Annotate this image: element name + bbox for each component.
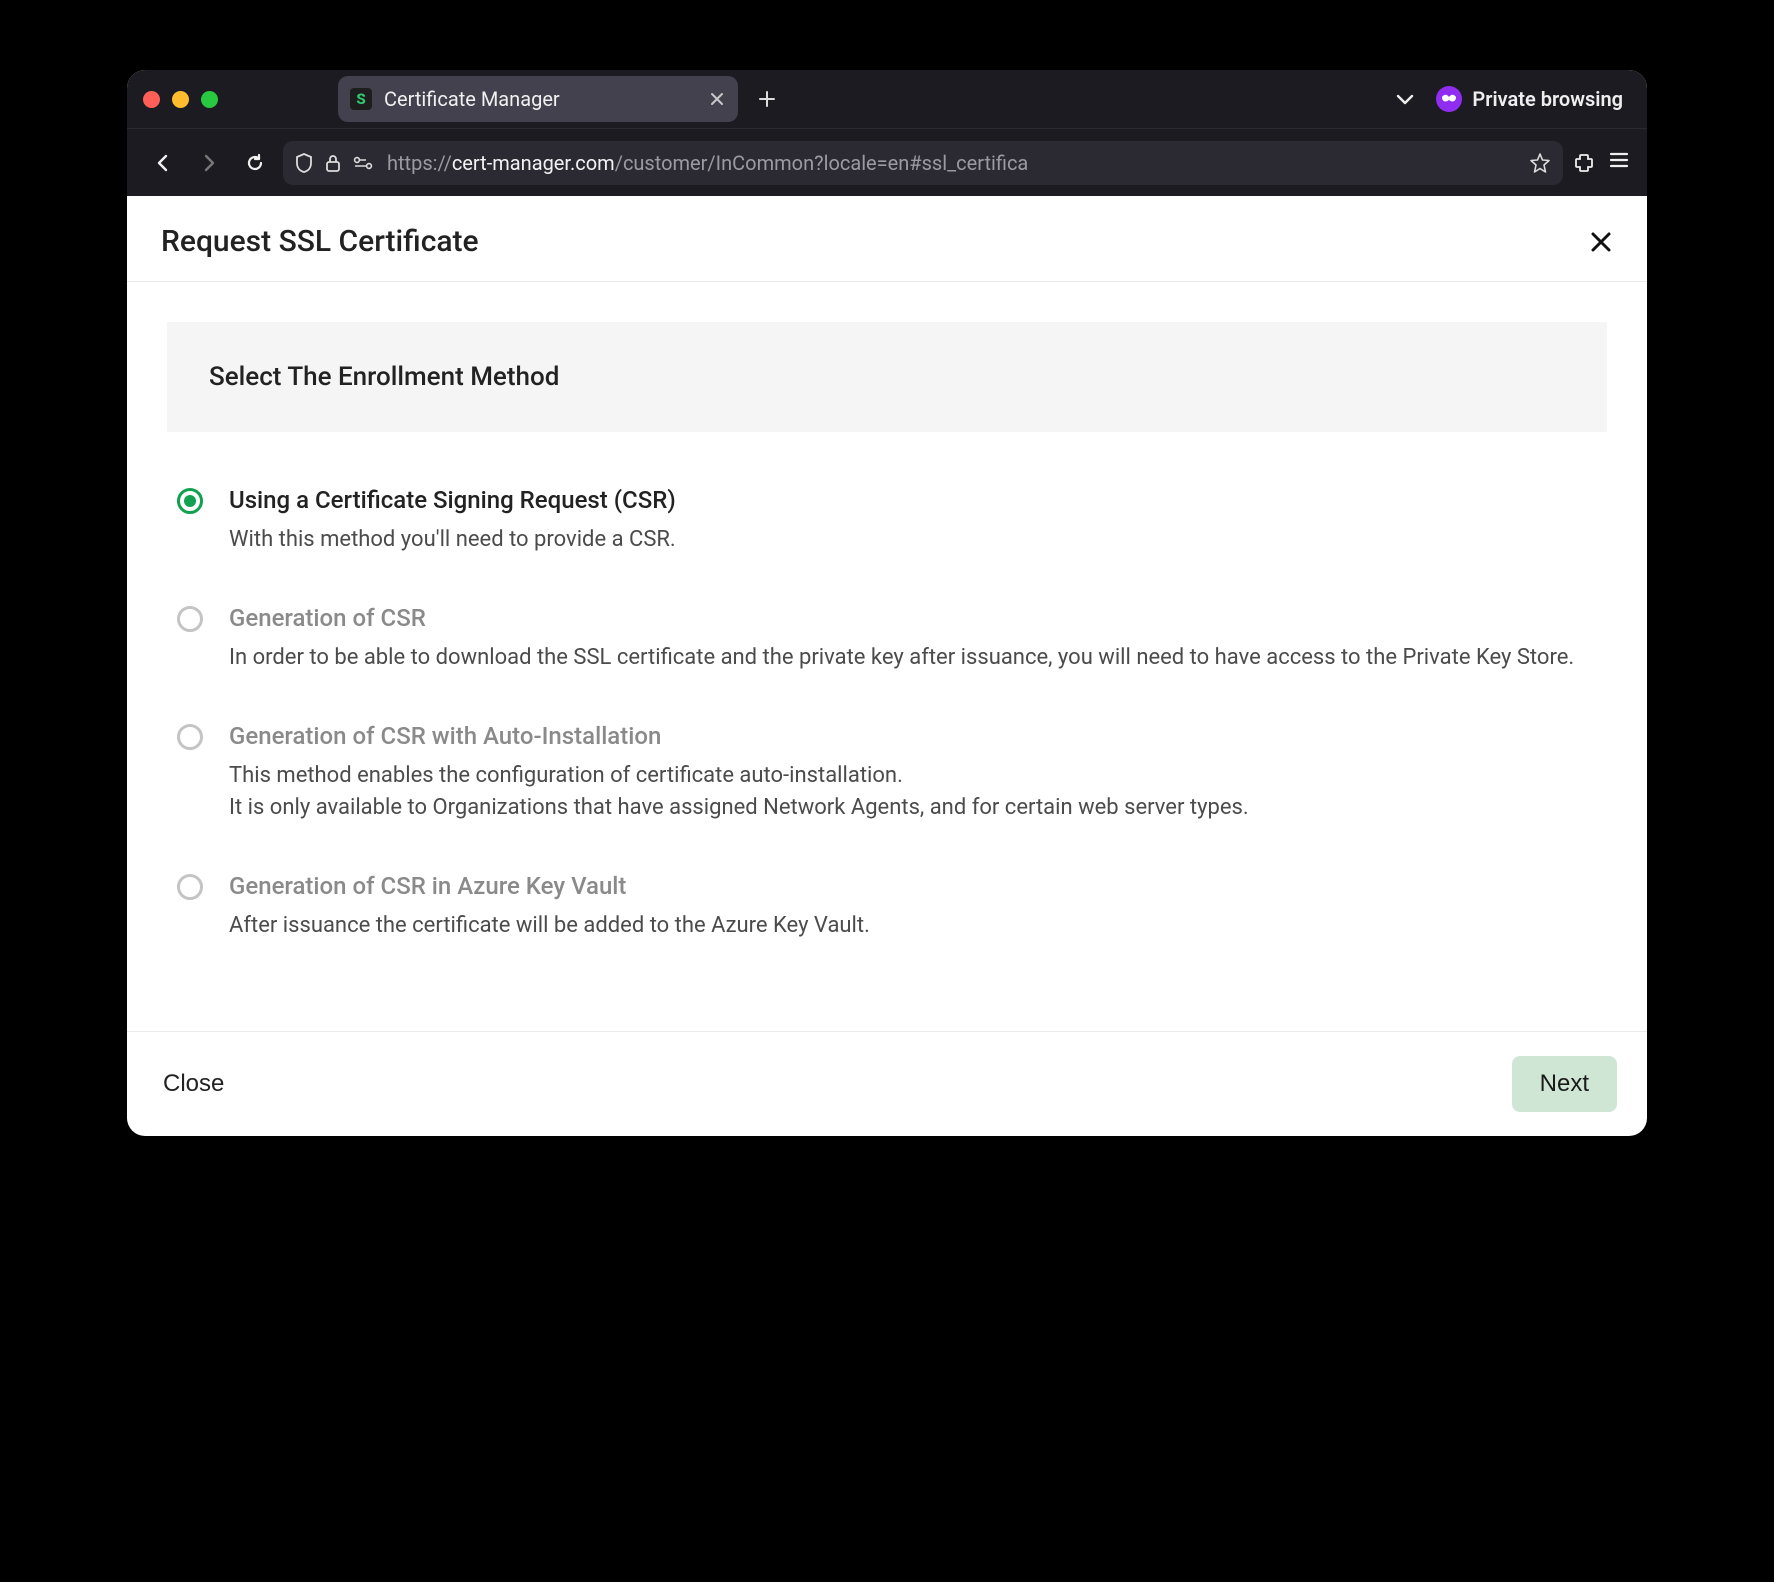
browser-window: S Certificate Manager Private browsing [127, 70, 1647, 1136]
tab-close-icon[interactable] [710, 92, 724, 106]
browser-tab[interactable]: S Certificate Manager [338, 76, 738, 122]
window-close-button[interactable] [143, 91, 160, 108]
private-mask-icon [1436, 86, 1462, 112]
radio-auto-install[interactable] [177, 724, 203, 750]
close-button[interactable]: Close [157, 1060, 230, 1108]
option-desc: With this method you'll need to provide … [229, 524, 1597, 556]
back-button[interactable] [145, 145, 181, 181]
window-zoom-button[interactable] [201, 91, 218, 108]
option-title: Generation of CSR in Azure Key Vault [229, 872, 1597, 900]
bookmark-star-icon[interactable] [1529, 152, 1551, 174]
option-csr[interactable]: Using a Certificate Signing Request (CSR… [177, 468, 1597, 586]
window-controls [143, 91, 218, 108]
permissions-icon[interactable] [353, 156, 375, 170]
option-title: Using a Certificate Signing Request (CSR… [229, 486, 1597, 514]
option-generate-csr[interactable]: Generation of CSR In order to be able to… [177, 586, 1597, 704]
section-heading: Select The Enrollment Method [167, 322, 1607, 432]
browser-tabstrip: S Certificate Manager Private browsing [127, 70, 1647, 128]
option-title: Generation of CSR [229, 604, 1597, 632]
modal-close-button[interactable] [1589, 230, 1613, 254]
private-browsing-indicator: Private browsing [1436, 86, 1631, 112]
tab-title: Certificate Manager [384, 87, 698, 111]
radio-generate-csr[interactable] [177, 606, 203, 632]
option-azure-key-vault[interactable]: Generation of CSR in Azure Key Vault Aft… [177, 854, 1597, 972]
browser-toolbar: https://cert-manager.com/customer/InComm… [127, 128, 1647, 196]
option-desc: In order to be able to download the SSL … [229, 642, 1597, 674]
option-desc: This method enables the configuration of… [229, 760, 1597, 824]
shield-icon[interactable] [295, 153, 313, 173]
tab-favicon: S [350, 88, 372, 110]
radio-azure-key-vault[interactable] [177, 874, 203, 900]
window-minimize-button[interactable] [172, 91, 189, 108]
option-auto-install[interactable]: Generation of CSR with Auto-Installation… [177, 704, 1597, 854]
forward-button[interactable] [191, 145, 227, 181]
new-tab-button[interactable] [748, 80, 786, 118]
modal-footer: Close Next [127, 1031, 1647, 1136]
reload-button[interactable] [237, 145, 273, 181]
option-desc: After issuance the certificate will be a… [229, 910, 1597, 942]
option-title: Generation of CSR with Auto-Installation [229, 722, 1597, 750]
app-menu-icon[interactable] [1609, 152, 1629, 174]
modal-header: Request SSL Certificate [127, 196, 1647, 282]
modal-title: Request SSL Certificate [161, 224, 479, 259]
private-browsing-label: Private browsing [1472, 87, 1623, 111]
url-bar[interactable]: https://cert-manager.com/customer/InComm… [283, 141, 1563, 185]
url-text: https://cert-manager.com/customer/InComm… [387, 151, 1028, 175]
enrollment-options: Using a Certificate Signing Request (CSR… [127, 432, 1647, 1031]
extensions-icon[interactable] [1573, 152, 1595, 174]
lock-icon[interactable] [325, 154, 341, 172]
next-button[interactable]: Next [1512, 1056, 1617, 1112]
tabs-dropdown-icon[interactable] [1396, 93, 1414, 105]
radio-csr[interactable] [177, 488, 203, 514]
